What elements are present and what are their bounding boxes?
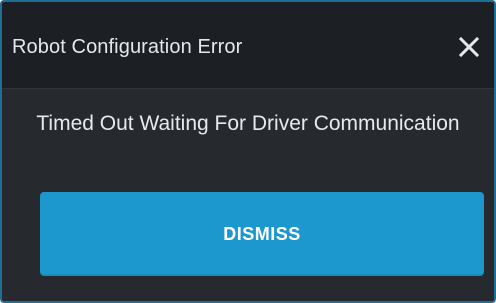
error-message: Timed Out Waiting For Driver Communicati… bbox=[36, 112, 460, 135]
error-dialog: Robot Configuration Error Timed Out Wait… bbox=[0, 0, 496, 303]
close-icon[interactable] bbox=[454, 32, 484, 62]
dialog-title: Robot Configuration Error bbox=[12, 36, 243, 58]
dismiss-button[interactable]: DISMISS bbox=[40, 192, 484, 276]
dialog-titlebar: Robot Configuration Error bbox=[2, 2, 494, 89]
